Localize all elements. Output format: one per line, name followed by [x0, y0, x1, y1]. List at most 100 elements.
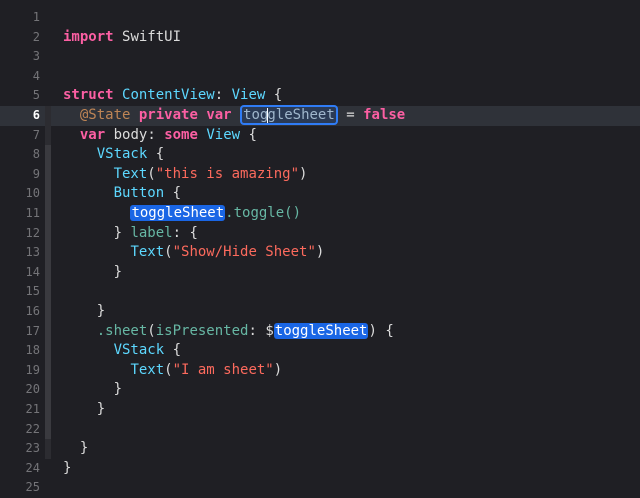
token: :: [172, 224, 182, 241]
code-fold-ribbon[interactable]: [45, 439, 51, 459]
code-line[interactable]: 10 Button {: [0, 184, 640, 204]
code-line[interactable]: 22: [0, 419, 640, 440]
code-fold-ribbon[interactable]: [45, 321, 51, 342]
token: "Show/Hide Sheet": [172, 244, 316, 261]
code-fold-ribbon[interactable]: [45, 106, 51, 126]
token: struct: [63, 87, 114, 104]
code-line[interactable]: 7 var body: some View {: [0, 125, 640, 146]
line-number: 2: [32, 29, 40, 44]
token: ): [315, 244, 325, 261]
code-text: toggleSheet.toggle(): [63, 204, 301, 224]
code-fold-ribbon[interactable]: [45, 164, 51, 185]
code-text: import SwiftUI: [63, 28, 181, 48]
code-line[interactable]: 5 struct ContentView: View {: [0, 86, 640, 106]
code-fold-ribbon[interactable]: [45, 8, 51, 28]
code-line[interactable]: 6 @State private var toggleSheet = false: [0, 105, 640, 126]
code-fold-ribbon[interactable]: [45, 86, 51, 106]
line-number: 15: [25, 284, 40, 299]
code-line[interactable]: 9 Text("this is amazing"): [0, 164, 640, 185]
code-fold-ribbon[interactable]: [45, 400, 51, 420]
token: {: [164, 342, 182, 359]
token: {: [164, 185, 182, 202]
token: {: [240, 126, 257, 143]
code-fold-ribbon[interactable]: [45, 184, 51, 204]
code-line[interactable]: 25: [0, 478, 640, 498]
code-fold-ribbon[interactable]: [45, 282, 51, 302]
code-fold-ribbon[interactable]: [45, 145, 51, 165]
line-number: 10: [25, 186, 40, 201]
code-fold-ribbon[interactable]: [45, 28, 51, 48]
token: }: [63, 459, 72, 476]
token: body: [113, 126, 148, 143]
token: :: [248, 322, 257, 339]
code-text: .sheet(isPresented: $toggleSheet) {: [63, 322, 394, 342]
code-fold-ribbon[interactable]: [45, 204, 51, 224]
code-line[interactable]: 24}: [0, 459, 640, 479]
token: }: [113, 224, 123, 241]
code-fold-ribbon[interactable]: [45, 47, 51, 67]
code-text: Text("I am sheet"): [63, 361, 282, 381]
code-line[interactable]: 1: [0, 8, 640, 28]
code-line[interactable]: 16 }: [0, 302, 640, 322]
line-number: 14: [25, 264, 40, 279]
code-line[interactable]: 14 }: [0, 262, 640, 283]
highlighted-token[interactable]: toggleSheet: [130, 205, 226, 221]
code-line[interactable]: 13 Text("Show/Hide Sheet"): [0, 243, 640, 263]
code-fold-ribbon[interactable]: [45, 302, 51, 322]
code-fold-ribbon[interactable]: [45, 67, 51, 87]
code-fold-ribbon[interactable]: [45, 419, 51, 440]
code-line[interactable]: 18 VStack {: [0, 341, 640, 361]
code-text: }: [63, 400, 105, 420]
token: ): [299, 165, 308, 182]
token: View: [231, 87, 266, 104]
line-number: 16: [25, 304, 40, 318]
token: =: [337, 107, 364, 123]
highlighted-token[interactable]: toggleSheet: [273, 322, 369, 339]
code-line[interactable]: 23 }: [0, 439, 640, 459]
code-line[interactable]: 20 }: [0, 380, 640, 400]
token: }: [96, 303, 106, 319]
line-number: 1: [32, 10, 40, 24]
token: .sheet: [96, 322, 148, 339]
token: import: [63, 28, 114, 45]
token: (: [164, 244, 173, 261]
code-fold-ribbon[interactable]: [45, 262, 51, 283]
code-line[interactable]: 15: [0, 282, 640, 302]
code-line[interactable]: 4: [0, 67, 640, 87]
code-editor[interactable]: 1 2 import SwiftUI 3 4 5 struct ContentView: V…: [0, 0, 640, 498]
code-fold-ribbon[interactable]: [45, 125, 51, 146]
line-number: 5: [32, 88, 40, 103]
code-fold-ribbon[interactable]: [45, 459, 51, 479]
code-line[interactable]: 19 Text("I am sheet"): [0, 360, 640, 381]
code-fold-ribbon[interactable]: [45, 243, 51, 263]
token: @State: [79, 107, 131, 123]
selected-token[interactable]: toggleSheet: [240, 105, 338, 125]
token: View: [206, 126, 241, 143]
code-line[interactable]: 17 .sheet(isPresented: $toggleSheet) {: [0, 321, 640, 342]
code-fold-ribbon[interactable]: [45, 223, 51, 244]
token: label: [130, 224, 173, 241]
code-fold-ribbon[interactable]: [45, 360, 51, 381]
code-fold-ribbon[interactable]: [45, 341, 51, 361]
code-line[interactable]: 2 import SwiftUI: [0, 28, 640, 48]
token: VStack: [96, 146, 148, 163]
code-line[interactable]: 12 } label: {: [0, 223, 640, 244]
code-line[interactable]: 21 }: [0, 400, 640, 420]
token: Text: [113, 165, 148, 182]
code-text: }: [63, 380, 122, 400]
code-fold-ribbon[interactable]: [45, 478, 51, 498]
line-number: 25: [25, 480, 40, 495]
code-line[interactable]: 3: [0, 47, 640, 67]
code-line[interactable]: 11 toggleSheet.toggle(): [0, 204, 640, 224]
code-line[interactable]: 8 VStack {: [0, 145, 640, 165]
code-fold-ribbon[interactable]: [45, 380, 51, 400]
token: Text: [130, 361, 165, 378]
